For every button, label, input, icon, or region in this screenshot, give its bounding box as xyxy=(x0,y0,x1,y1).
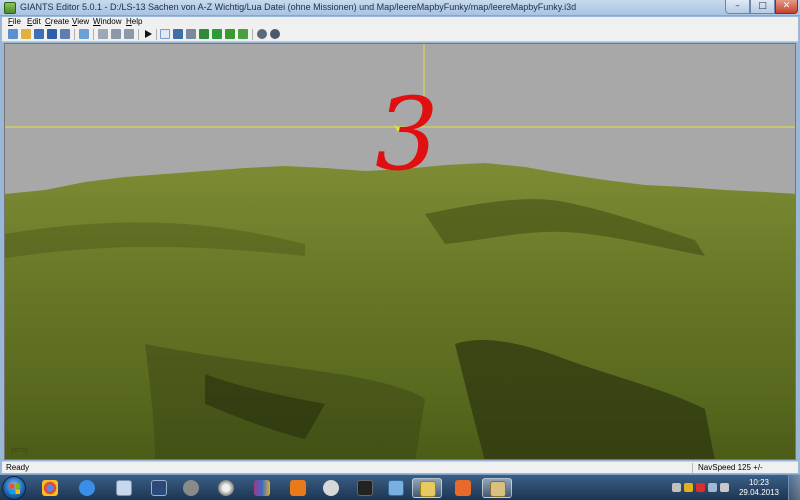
windows-logo-icon xyxy=(10,484,20,494)
status-divider xyxy=(692,463,693,473)
toolbar-separator xyxy=(156,29,157,40)
notepad-icon xyxy=(388,480,404,496)
menu-file-label: ile xyxy=(12,17,21,26)
foliage-paint-icon[interactable] xyxy=(225,29,235,39)
toolbar xyxy=(2,27,798,42)
taskbar-player[interactable] xyxy=(283,478,313,498)
menu-window[interactable]: Window xyxy=(93,17,121,27)
taskbar-notepad[interactable] xyxy=(381,478,411,498)
play-icon[interactable] xyxy=(143,29,153,39)
magnifier-icon xyxy=(323,480,339,496)
taskbar-tool[interactable] xyxy=(316,478,346,498)
taskbar-mail[interactable] xyxy=(448,478,478,498)
taskbar-settings[interactable] xyxy=(176,478,206,498)
menu-create-label: reate xyxy=(50,17,70,26)
window-title: GIANTS Editor 5.0.1 - D:/LS-13 Sachen vo… xyxy=(20,2,577,12)
volume-icon[interactable] xyxy=(720,483,729,492)
giants-editor-window: GIANTS Editor 5.0.1 - D:/LS-13 Sachen vo… xyxy=(0,0,800,500)
gear-icon[interactable] xyxy=(257,29,267,39)
toolbar-separator xyxy=(93,29,94,40)
tray-alert-icon[interactable] xyxy=(696,483,705,492)
taskbar-explorer-window[interactable] xyxy=(109,478,139,498)
menu-window-mnemonic: W xyxy=(93,17,101,26)
menu-create[interactable]: Create xyxy=(45,17,69,27)
overlay-glyph: 3 xyxy=(375,76,439,193)
undo-icon[interactable] xyxy=(111,29,121,39)
save-as-icon[interactable] xyxy=(60,29,70,39)
toolbar-separator xyxy=(138,29,139,40)
folder-icon xyxy=(420,481,436,497)
taskbar-internet-explorer[interactable] xyxy=(72,478,102,498)
menu-bar: File Edit Create View Window Help xyxy=(2,17,798,27)
menu-help-label: elp xyxy=(131,17,143,26)
nav-speed-readout: NavSpeed 125 +/- xyxy=(698,463,763,472)
taskbar-chrome[interactable] xyxy=(35,478,65,498)
gear-icon xyxy=(183,480,199,496)
magnet-icon[interactable] xyxy=(186,29,196,39)
menu-window-label: indow xyxy=(100,17,122,26)
start-button[interactable] xyxy=(2,476,26,500)
system-clock[interactable]: 10:23 29.04.2013 xyxy=(736,478,782,498)
taskbar-game[interactable] xyxy=(350,478,380,498)
toolbar-separator xyxy=(74,29,75,40)
menu-edit-label: dit xyxy=(32,17,41,26)
move-tool-icon[interactable] xyxy=(173,29,183,39)
play-icon xyxy=(290,480,306,496)
menu-file[interactable]: File xyxy=(8,17,21,27)
density-paint-icon[interactable] xyxy=(238,29,248,39)
giants-app-icon xyxy=(4,2,16,14)
close-button[interactable]: ✕ xyxy=(775,0,798,14)
giants-editor-icon xyxy=(490,481,506,497)
menu-edit[interactable]: Edit xyxy=(27,17,41,27)
save-icon[interactable] xyxy=(47,29,57,39)
terrain-paint-icon[interactable] xyxy=(212,29,222,39)
taskbar-winrar[interactable] xyxy=(247,478,277,498)
menu-help[interactable]: Help xyxy=(126,17,142,27)
refresh-icon[interactable] xyxy=(79,29,89,39)
toolbar-separator xyxy=(252,29,253,40)
status-text: Ready xyxy=(6,463,30,472)
cut-icon[interactable] xyxy=(98,29,108,39)
clock-date: 29.04.2013 xyxy=(738,488,780,497)
import-icon[interactable] xyxy=(34,29,44,39)
new-file-icon[interactable] xyxy=(8,29,18,39)
window-switcher-icon xyxy=(116,480,132,496)
title-bar[interactable]: GIANTS Editor 5.0.1 - D:/LS-13 Sachen vo… xyxy=(0,0,800,16)
camera-label: persp xyxy=(11,447,29,454)
mail-icon xyxy=(455,480,471,496)
status-bar: Ready NavSpeed 125 +/- xyxy=(2,461,798,473)
game-icon xyxy=(357,480,373,496)
terrain-sculpt-icon[interactable] xyxy=(199,29,209,39)
tray-security-icon[interactable] xyxy=(684,483,693,492)
computer-icon xyxy=(151,480,167,496)
menu-view[interactable]: View xyxy=(72,17,89,27)
menu-view-label: iew xyxy=(77,17,90,26)
show-desktop-button[interactable] xyxy=(788,475,800,500)
tray-arrow-icon[interactable] xyxy=(672,483,681,492)
redo-icon[interactable] xyxy=(124,29,134,39)
windows-taskbar: 10:23 29.04.2013 xyxy=(0,474,800,500)
clock-time: 10:23 xyxy=(748,478,770,487)
taskbar-giants-editor[interactable] xyxy=(482,478,512,498)
taskbar-media[interactable] xyxy=(211,478,241,498)
internet-explorer-icon xyxy=(79,480,95,496)
maximize-button[interactable]: □ xyxy=(750,0,775,14)
taskbar-folder[interactable] xyxy=(412,478,442,498)
chrome-icon xyxy=(42,480,58,496)
network-icon[interactable] xyxy=(708,483,717,492)
3d-viewport[interactable]: 3 persp xyxy=(4,43,796,460)
taskbar-computer[interactable] xyxy=(144,478,174,498)
open-file-icon[interactable] xyxy=(21,29,31,39)
minimize-button[interactable]: – xyxy=(725,0,750,14)
media-icon xyxy=(218,480,234,496)
terrain-render: 3 xyxy=(5,44,795,459)
archive-icon xyxy=(254,480,270,496)
settings-icon[interactable] xyxy=(270,29,280,39)
select-tool-icon[interactable] xyxy=(160,29,170,39)
